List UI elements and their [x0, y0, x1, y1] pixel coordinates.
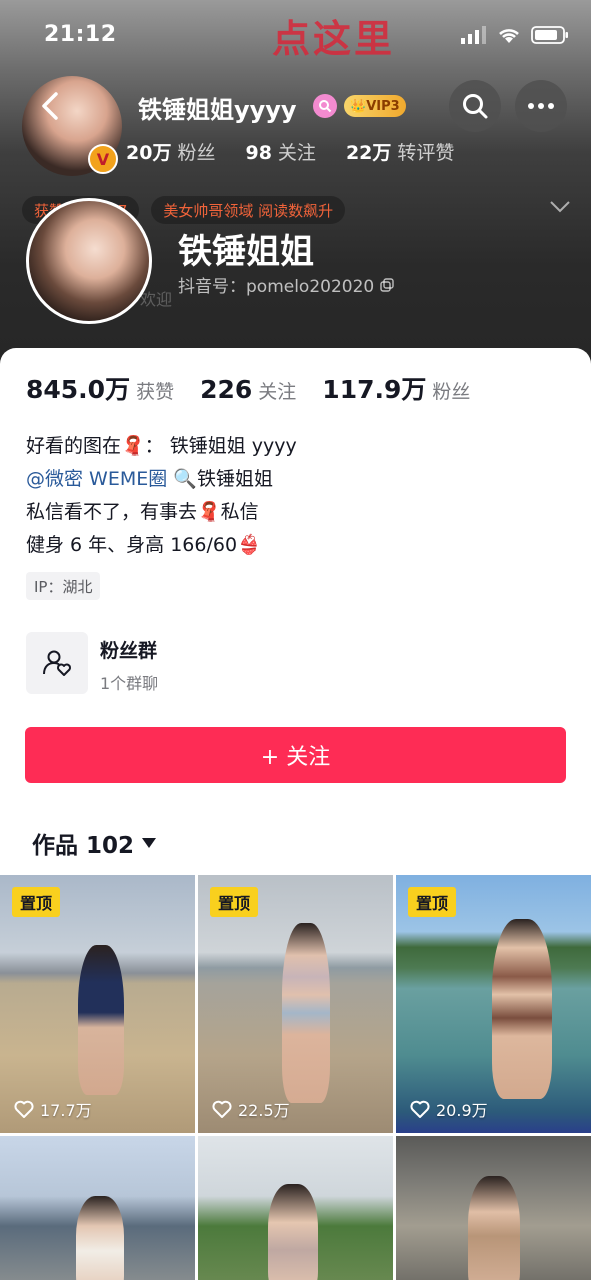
copy-icon[interactable]: [380, 277, 394, 292]
bio-line: 私信看不了，有事去🧣私信: [26, 501, 259, 523]
stat-following[interactable]: 226 关注: [200, 375, 296, 404]
tab-works[interactable]: 作品 102: [32, 826, 157, 860]
bio: 好看的图在🧣： 铁锤姐姐 yyyy @微密 WEME圈 🔍铁锤姐姐 私信看不了，…: [26, 430, 297, 562]
person-figure: [282, 923, 330, 1103]
verified-badge: V: [88, 144, 118, 174]
person-figure: [468, 1176, 520, 1280]
more-button[interactable]: [515, 80, 567, 132]
likes-value: 22.5万: [238, 1101, 290, 1120]
profile-stats: 845.0万 获赞 226 关注 117.9万 粉丝: [26, 370, 470, 406]
tag-chip[interactable]: 美女帅哥领域 阅读数飙升: [151, 196, 346, 224]
nav-stat-fans: 20万 粉丝: [126, 142, 216, 164]
video-thumbnail[interactable]: [0, 1136, 195, 1280]
heart-icon: [212, 1100, 232, 1118]
chevron-down-icon[interactable]: [549, 200, 571, 214]
video-thumbnail[interactable]: [396, 1136, 591, 1280]
bio-line: 健身 6 年、身高 166/60👙: [26, 534, 261, 556]
profile-name: 铁锤姐姐: [178, 232, 314, 272]
bio-search-text: 🔍铁锤姐姐: [173, 468, 273, 490]
video-thumbnail[interactable]: 置顶 22.5万: [198, 875, 393, 1133]
person-figure: [492, 919, 552, 1099]
bio-link[interactable]: @微密 WEME圈: [26, 468, 167, 490]
tab-works-label: 作品 102: [32, 833, 135, 859]
back-arrow-icon: [42, 92, 58, 120]
more-icon: [528, 103, 554, 109]
video-grid: 置顶 17.7万 置顶 22.5万 置顶 20.9万: [0, 875, 591, 1280]
search-tag-icon: [313, 94, 337, 118]
fan-group-title: 粉丝群: [100, 640, 158, 662]
person-figure: [76, 1196, 124, 1280]
search-button[interactable]: [449, 80, 501, 132]
banner-text: 点这里: [272, 17, 396, 61]
profile-avatar[interactable]: [26, 198, 152, 324]
pinned-badge: 置顶: [210, 887, 259, 917]
video-thumbnail[interactable]: 置顶 20.9万: [396, 875, 591, 1133]
group-heart-icon: [43, 650, 71, 676]
caret-down-icon: [142, 838, 157, 848]
pinned-badge: 置顶: [408, 887, 457, 917]
back-button[interactable]: [30, 86, 70, 126]
ip-location: IP：湖北: [26, 572, 101, 600]
fan-group-entry[interactable]: 粉丝群 1个群聊: [26, 632, 326, 696]
bio-line: 好看的图在🧣： 铁锤姐姐 yyyy: [26, 435, 297, 457]
search-icon: [463, 94, 488, 119]
follow-button[interactable]: + 关注: [25, 727, 566, 783]
pinned-badge: 置顶: [12, 887, 61, 917]
stat-likes[interactable]: 845.0万 获赞: [26, 370, 174, 406]
nav-row: V 铁锤姐姐yyyy 👑 VIP3 20万 粉丝 98 关注 22万 转评赞: [0, 70, 591, 176]
heart-icon: [14, 1100, 34, 1118]
wifi-icon: [499, 29, 519, 43]
status-icons: [461, 26, 569, 44]
video-thumbnail[interactable]: 置顶 17.7万: [0, 875, 195, 1133]
likes-count: 17.7万: [14, 1097, 92, 1121]
likes-count: 20.9万: [410, 1097, 488, 1121]
heart-icon: [410, 1100, 430, 1118]
faint-text: 欢迎: [140, 290, 173, 309]
bio-line: @微密 WEME圈 🔍铁锤姐姐: [26, 463, 297, 496]
stat-fans[interactable]: 117.9万 粉丝: [322, 370, 470, 406]
battery-icon: [531, 26, 568, 44]
vip-badge: 👑 VIP3: [344, 95, 406, 117]
douyin-id-text: 抖音号：pomelo202020: [178, 277, 375, 297]
signal-icon: [461, 26, 486, 44]
fan-group-icon-box: [26, 632, 88, 694]
nav-stat-following: 98 关注: [245, 142, 316, 164]
status-time: 21:12: [44, 22, 117, 47]
person-figure: [268, 1184, 318, 1280]
nav-stats: 20万 粉丝 98 关注 22万 转评赞: [126, 138, 454, 165]
nav-stat-engagement: 22万 转评赞: [345, 142, 455, 164]
video-thumbnail[interactable]: [198, 1136, 393, 1280]
person-figure: [78, 945, 124, 1095]
likes-value: 17.7万: [40, 1101, 92, 1120]
profile-header: 21:12 点这里 V 铁锤姐姐yyyy 👑 VIP3 20万 粉丝 98 关注 22…: [0, 0, 591, 380]
likes-value: 20.9万: [436, 1101, 488, 1120]
douyin-id[interactable]: 抖音号：pomelo202020: [178, 272, 394, 297]
fan-group-subtitle: 1个群聊: [100, 674, 159, 693]
vip-label: VIP3: [366, 98, 400, 114]
likes-count: 22.5万: [212, 1097, 290, 1121]
nav-username: 铁锤姐姐yyyy: [138, 96, 297, 124]
